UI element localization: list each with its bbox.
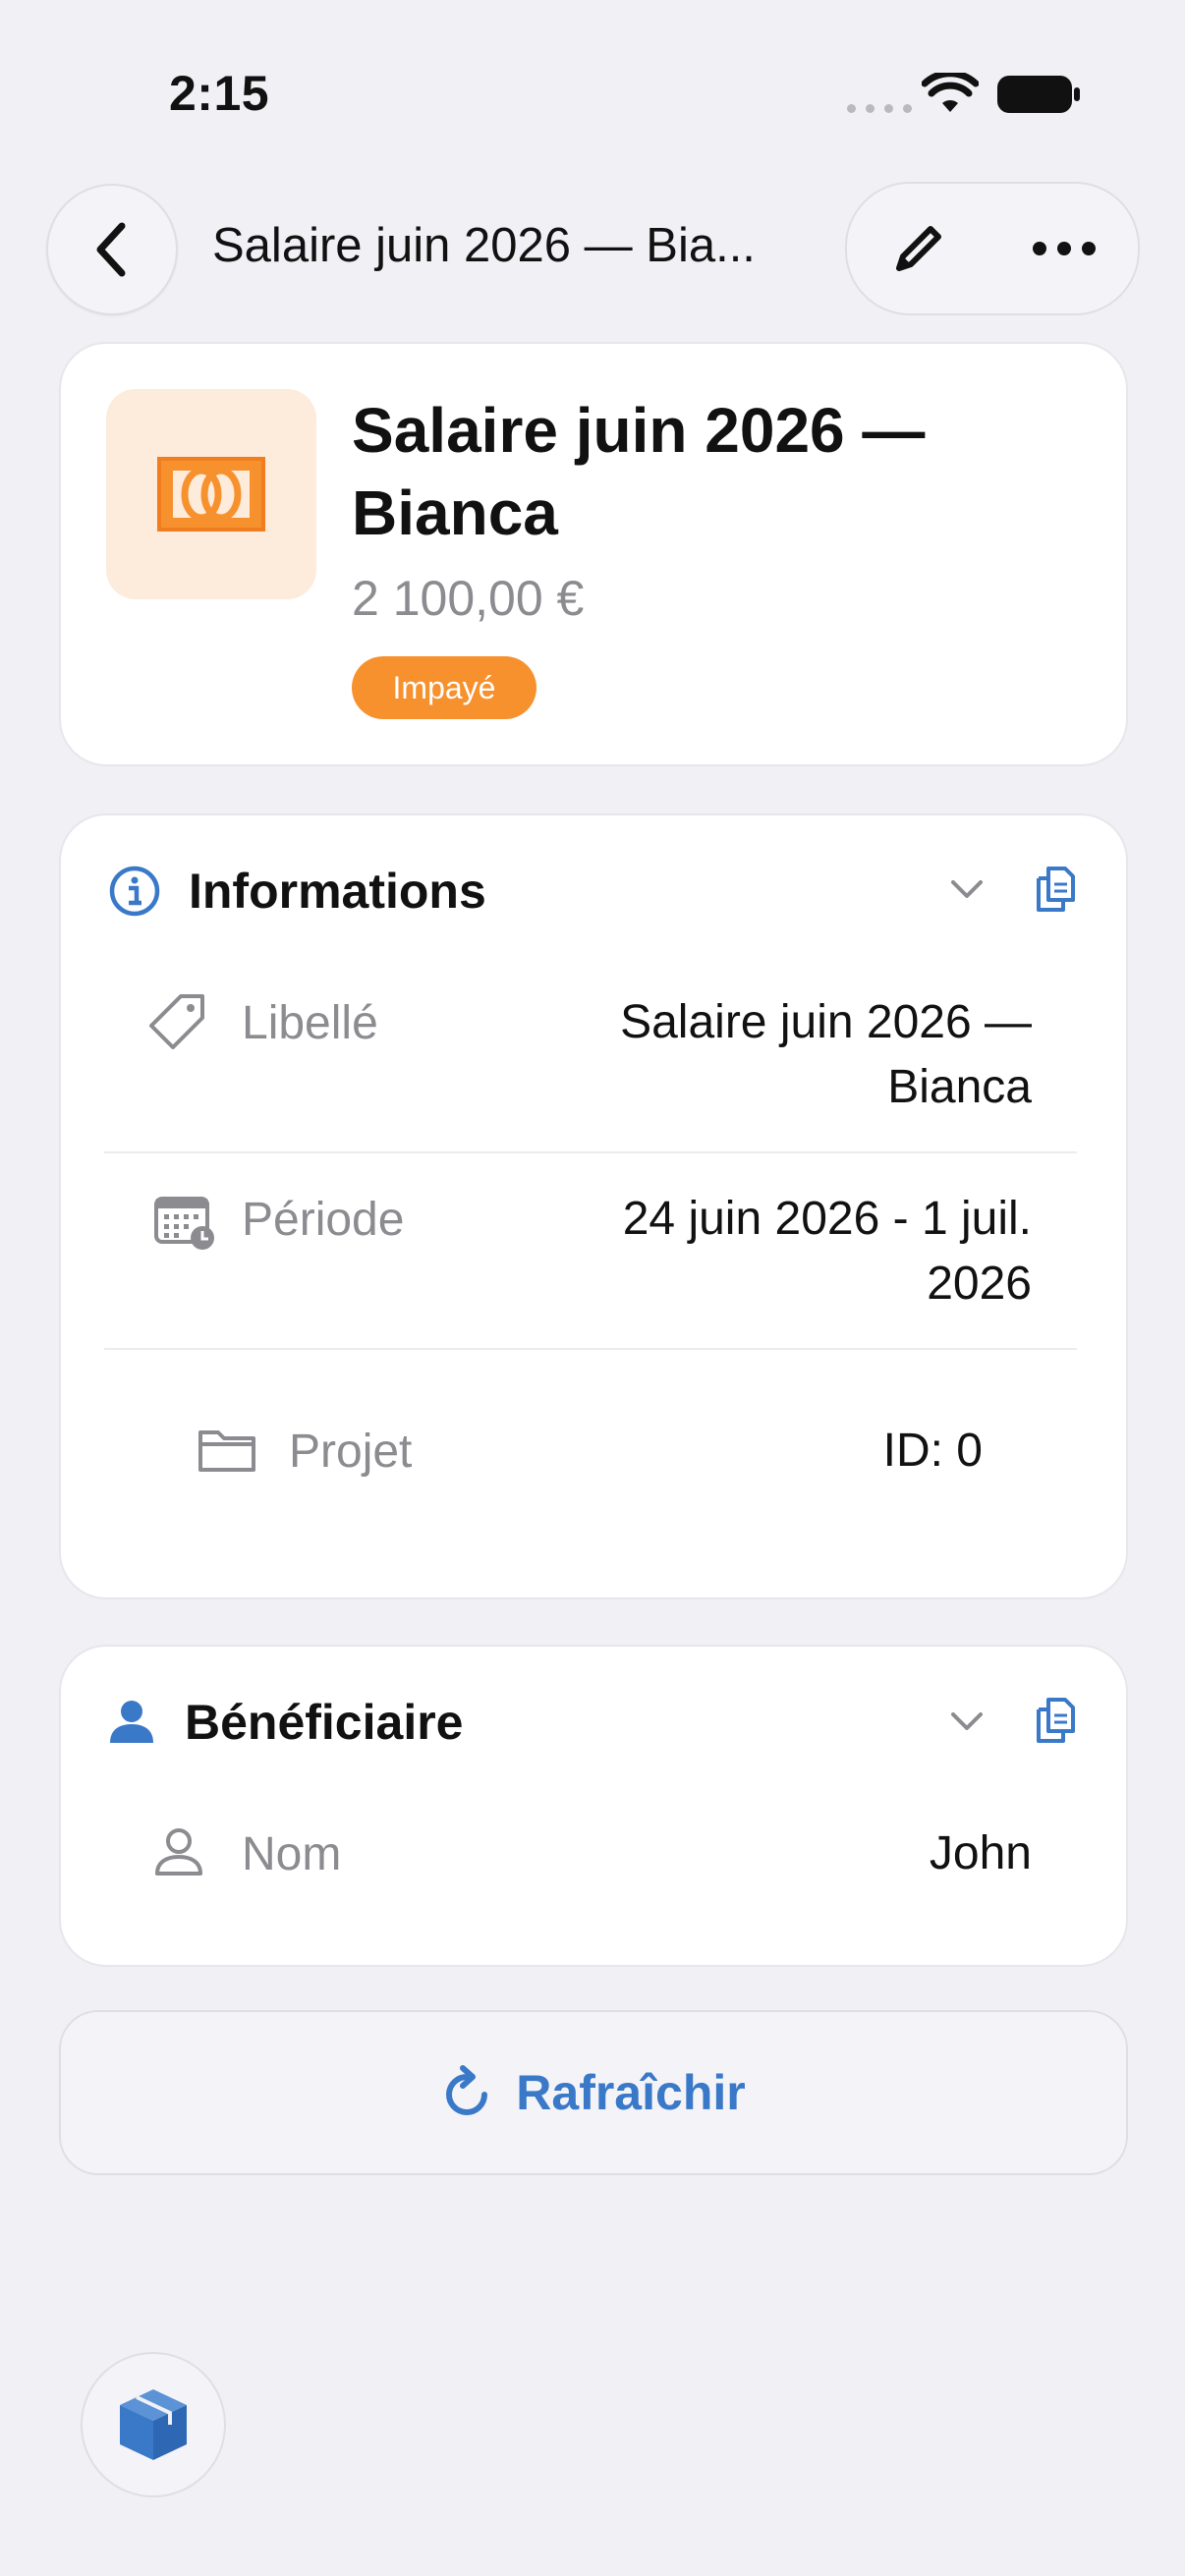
cellular-signal-icon bbox=[847, 104, 912, 113]
projet-label: Projet bbox=[289, 1426, 413, 1478]
cube-button[interactable] bbox=[81, 2352, 226, 2497]
refresh-button[interactable]: Rafraîchir bbox=[59, 2010, 1128, 2175]
libelle-value: Salaire juin 2026 — Bianca bbox=[620, 996, 1032, 1113]
person-fill-icon bbox=[110, 1701, 153, 1743]
chevron-left-icon bbox=[96, 222, 126, 277]
libelle-label: Libellé bbox=[242, 997, 378, 1049]
status-badge: Impayé bbox=[352, 656, 536, 719]
banknote-icon bbox=[157, 457, 265, 532]
info-icon bbox=[109, 866, 160, 917]
item-amount: 2 100,00 € bbox=[352, 571, 585, 626]
refresh-label: Rafraîchir bbox=[516, 2065, 746, 2120]
battery-icon bbox=[997, 76, 1080, 113]
nav-actions bbox=[845, 182, 1140, 315]
chevron-down-icon[interactable] bbox=[949, 877, 985, 901]
beneficiaire-title: Bénéficiaire bbox=[185, 1695, 464, 1750]
calendar-icon bbox=[154, 1197, 214, 1250]
banknote-icon-container bbox=[106, 389, 316, 599]
informations-title: Informations bbox=[189, 864, 486, 919]
nav-title: Salaire juin 2026 — Bia... bbox=[212, 219, 756, 272]
person-icon bbox=[155, 1828, 202, 1876]
folder-icon bbox=[198, 1430, 255, 1472]
copy-icon[interactable] bbox=[1034, 1696, 1077, 1745]
copy-icon[interactable] bbox=[1034, 865, 1077, 914]
refresh-icon bbox=[446, 2065, 488, 2115]
wifi-icon bbox=[922, 73, 979, 112]
pencil-icon[interactable] bbox=[889, 219, 948, 278]
periode-value: 24 juin 2026 - 1 juil. 2026 bbox=[622, 1193, 1032, 1310]
divider bbox=[104, 1151, 1077, 1153]
periode-label: Période bbox=[242, 1194, 405, 1246]
item-title: Salaire juin 2026 — Bianca bbox=[352, 395, 926, 548]
divider bbox=[104, 1348, 1077, 1350]
back-button[interactable] bbox=[46, 184, 178, 315]
projet-value: ID: 0 bbox=[882, 1425, 983, 1477]
nom-label: Nom bbox=[242, 1828, 342, 1880]
cube-icon bbox=[120, 2389, 187, 2460]
tag-icon bbox=[149, 994, 204, 1049]
more-icon[interactable] bbox=[1032, 241, 1097, 256]
chevron-down-icon[interactable] bbox=[949, 1709, 985, 1733]
status-time: 2:15 bbox=[169, 66, 270, 121]
nom-value: John bbox=[929, 1827, 1032, 1879]
